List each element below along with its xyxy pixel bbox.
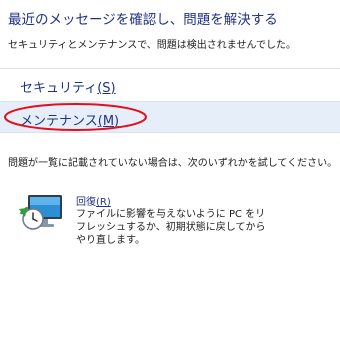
page-title: 最近のメッセージを確認し、問題を解決する	[8, 12, 278, 28]
recovery-accesskey: (R)	[96, 197, 111, 208]
recovery-icon[interactable]	[18, 193, 64, 233]
help-note: 問題が一覧に記載されていない場合は、次のいずれかを試してください。	[8, 158, 338, 169]
red-annotation-ellipse	[4, 103, 147, 131]
recovery-link[interactable]: 回復(R)	[76, 193, 111, 208]
security-label: セキュリティ	[20, 81, 98, 96]
security-link[interactable]: セキュリティ(S)	[20, 77, 116, 96]
security-accesskey: (S)	[97, 81, 116, 96]
section-security[interactable]: セキュリティ(S)	[0, 68, 340, 101]
recovery-label: 回復	[76, 197, 96, 208]
recovery-description: ファイルに影響を与えないように PC をリフレッシュするか、初期状態に戻してから…	[76, 209, 266, 246]
status-message: セキュリティとメンテナンスで、問題は検出されませんでした。	[8, 40, 296, 51]
